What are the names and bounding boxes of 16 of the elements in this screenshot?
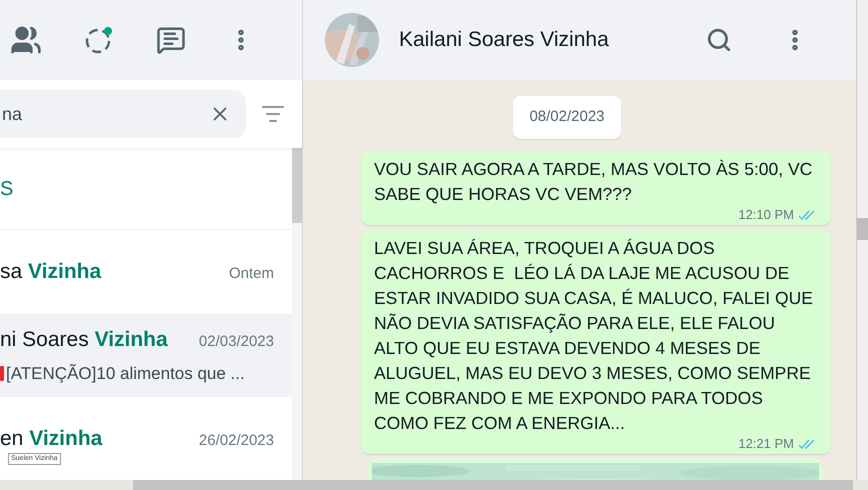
search-field[interactable]: na — [0, 90, 246, 138]
date-chip: 08/02/2023 — [513, 96, 621, 138]
chat-time: Ontem — [228, 264, 274, 284]
contact-name: ni Soares Vizinha — [0, 326, 168, 353]
section-heading: S — [0, 176, 14, 202]
message-time: 12:21 PM — [738, 436, 794, 452]
contact-name: en Vizinha — [0, 426, 102, 452]
contact-name: sa Vizinha — [0, 259, 102, 286]
chat-time: 02/03/2023 — [198, 332, 274, 352]
message-time: 12:10 PM — [738, 206, 794, 222]
message-text: VOU SAIR AGORA A TARDE, MAS VOLTO ÀS 5:00, VC SABE QUE HORAS VC VEM??? — [374, 158, 814, 206]
chat-time: 26/02/2023 — [198, 430, 274, 451]
message-text: LAVEI SUA ÁREA, TROQUEI A ÁGUA DOS CACHORROS E LÉO LÁ DA LAJE ME ACUSOU DE ESTAR INVADIDO SUA CASA, É MALUCO, FALEI QUE NÃO DEVIA SATISFAÇÃO PARA ELE, ELE FALOU ALTO QUE EU ESTAVA DEVENDO 4 MESES DE ALUGUEL, MAS EU DEVO 3 MESES, COMO SEMPRE ME COBRANDO E ME EXPONDO PARA TODOS COMO FEZ COM A ENERGIA... — [374, 236, 814, 434]
message-preview: [ATENÇÃO]10 alimentos que ... — [6, 363, 245, 386]
chat-list-item[interactable]: ni Soares Vizinha 02/03/2023 [ATENÇÃO]10 alimentos que ... — [0, 314, 292, 397]
chat-title: Kailani Soares Vizinha — [399, 27, 610, 54]
